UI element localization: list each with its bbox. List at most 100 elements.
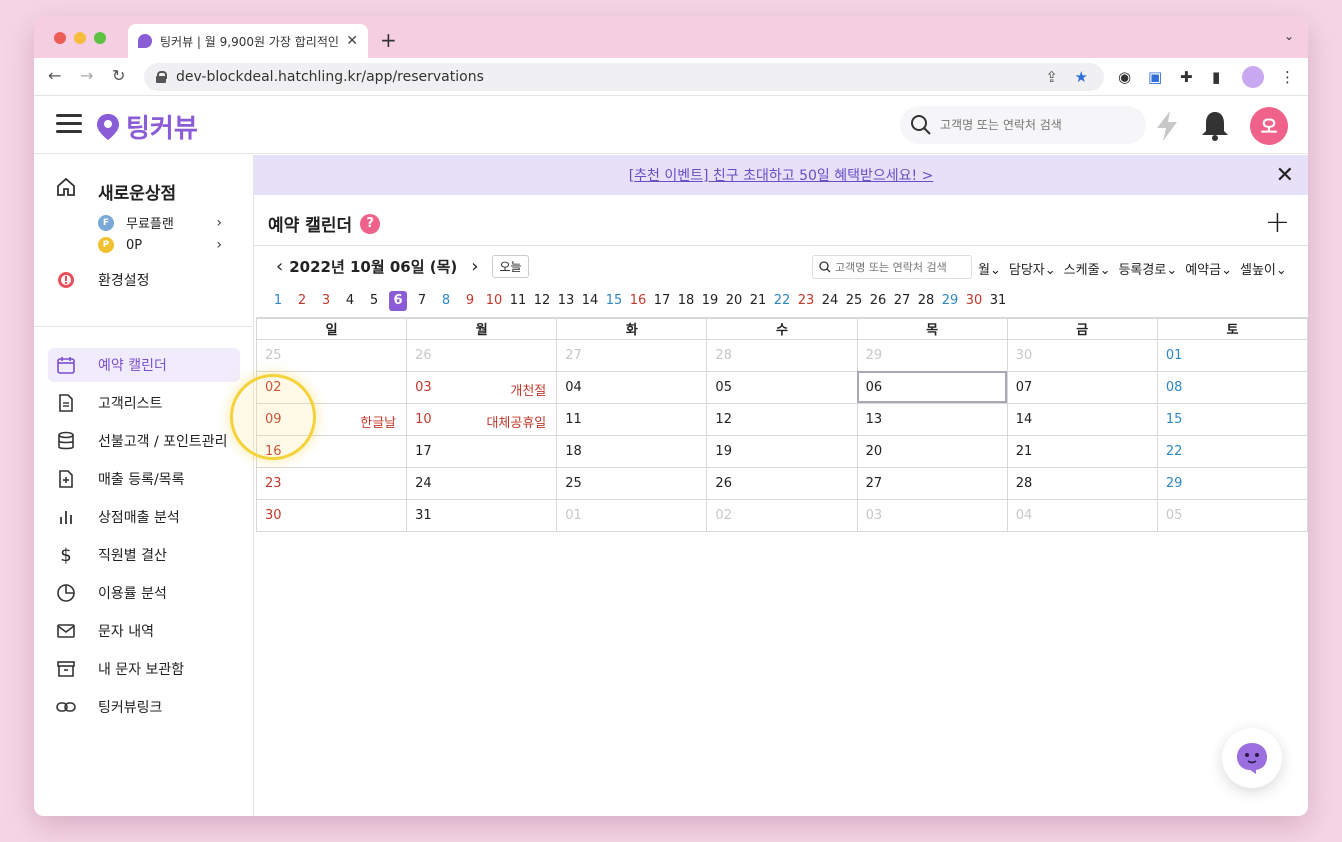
day-strip-day[interactable]: 5 bbox=[362, 291, 386, 311]
calendar-day-cell[interactable]: 14 bbox=[1006, 402, 1158, 436]
calendar-day-cell[interactable]: 01 bbox=[1156, 338, 1308, 372]
calendar-day-cell[interactable]: 06 bbox=[856, 370, 1008, 404]
extensions-puzzle-icon[interactable]: ✚ bbox=[1180, 68, 1193, 86]
calendar-day-cell[interactable]: 28 bbox=[706, 338, 858, 372]
calendar-day-cell[interactable]: 29 bbox=[1156, 466, 1308, 500]
new-tab-button[interactable]: + bbox=[380, 28, 397, 52]
day-strip-day[interactable]: 6 bbox=[389, 291, 407, 311]
day-strip-day[interactable]: 20 bbox=[722, 291, 746, 311]
calendar-day-cell[interactable]: 28 bbox=[1006, 466, 1158, 500]
day-strip-day[interactable]: 12 bbox=[530, 291, 554, 311]
sidebar-item-tinkerview-link[interactable]: 팅커뷰링크 bbox=[48, 690, 240, 724]
day-strip-day[interactable]: 17 bbox=[650, 291, 674, 311]
today-button[interactable]: 오늘 bbox=[492, 255, 529, 278]
address-bar[interactable]: dev-blockdeal.hatchling.kr/app/reservati… bbox=[144, 63, 1104, 91]
forward-arrow-icon[interactable]: → bbox=[80, 66, 93, 85]
day-strip-day[interactable]: 18 bbox=[674, 291, 698, 311]
translate-icon[interactable]: ▣ bbox=[1148, 68, 1162, 86]
calendar-day-cell[interactable]: 27 bbox=[856, 466, 1008, 500]
next-month-chevron-icon[interactable]: › bbox=[471, 256, 478, 277]
day-strip-day[interactable]: 7 bbox=[410, 291, 434, 311]
day-strip-day[interactable]: 23 bbox=[794, 291, 818, 311]
event-banner[interactable]: [추천 이벤트] 친구 초대하고 50일 혜택받으세요! > ✕ bbox=[254, 155, 1308, 195]
day-strip-day[interactable]: 27 bbox=[890, 291, 914, 311]
calendar-day-cell[interactable]: 08 bbox=[1156, 370, 1308, 404]
calendar-day-cell[interactable]: 30 bbox=[1006, 338, 1158, 372]
day-strip-day[interactable]: 30 bbox=[962, 291, 986, 311]
sidebar-item-customer-list[interactable]: 고객리스트 bbox=[48, 386, 240, 420]
calendar-day-cell[interactable]: 12 bbox=[706, 402, 858, 436]
calendar-day-cell[interactable]: 18 bbox=[556, 434, 708, 468]
calendar-day-cell[interactable]: 29 bbox=[856, 338, 1008, 372]
sidebar-item-staff-settlement[interactable]: $ 직원별 결산 bbox=[48, 538, 240, 572]
day-strip-day[interactable]: 8 bbox=[434, 291, 458, 311]
back-arrow-icon[interactable]: ← bbox=[48, 66, 61, 85]
sidebar-item-sales-register[interactable]: 매출 등록/목록 bbox=[48, 462, 240, 496]
browser-menu-icon[interactable]: ⋮ bbox=[1280, 68, 1295, 86]
add-reservation-button[interactable]: + bbox=[1265, 205, 1290, 240]
day-strip-day[interactable]: 14 bbox=[578, 291, 602, 311]
calendar-day-cell[interactable]: 01 bbox=[556, 498, 708, 532]
browser-tab[interactable]: 팅커뷰 | 월 9,900원 가장 합리적인 ✕ bbox=[128, 24, 368, 58]
help-icon[interactable]: ? bbox=[360, 213, 381, 234]
reload-icon[interactable]: ↻ bbox=[112, 66, 125, 85]
calendar-day-cell[interactable]: 31 bbox=[406, 498, 558, 532]
calendar-day-cell[interactable]: 25 bbox=[255, 338, 408, 372]
calendar-day-cell[interactable]: 21 bbox=[1006, 434, 1158, 468]
calendar-day-cell[interactable]: 25 bbox=[556, 466, 708, 500]
day-strip-day[interactable]: 24 bbox=[818, 291, 842, 311]
calendar-day-cell[interactable]: 09 한글날 bbox=[255, 402, 408, 436]
calendar-day-cell[interactable]: 27 bbox=[556, 338, 708, 372]
calendar-day-cell[interactable]: 02 bbox=[255, 370, 408, 404]
profile-avatar-icon[interactable] bbox=[1242, 66, 1264, 88]
filter-staff-dropdown[interactable]: 담당자⌄ bbox=[1009, 259, 1056, 278]
calendar-day-cell[interactable]: 16 bbox=[255, 434, 408, 468]
sidebar-item-prepaid-points[interactable]: 선불고객 / 포인트관리 bbox=[48, 424, 240, 458]
day-strip-day[interactable]: 31 bbox=[986, 291, 1010, 311]
logo[interactable]: 팅커뷰 bbox=[96, 108, 198, 145]
banner-link[interactable]: [추천 이벤트] 친구 초대하고 50일 혜택받으세요! > bbox=[629, 165, 934, 185]
calendar-day-cell[interactable]: 17 bbox=[406, 434, 558, 468]
close-tab-icon[interactable]: ✕ bbox=[346, 33, 358, 49]
lightning-icon[interactable] bbox=[1154, 110, 1180, 142]
day-strip-day[interactable]: 28 bbox=[914, 291, 938, 311]
calendar-search-box[interactable] bbox=[812, 255, 972, 279]
filter-view-dropdown[interactable]: 월⌄ bbox=[978, 259, 1001, 278]
day-strip-day[interactable]: 29 bbox=[938, 291, 962, 311]
tab-search-chevron-icon[interactable]: ⌄ bbox=[1284, 29, 1294, 43]
day-strip-day[interactable]: 15 bbox=[602, 291, 626, 311]
bell-icon[interactable] bbox=[1200, 110, 1230, 142]
filter-cell-height-dropdown[interactable]: 셀높이⌄ bbox=[1240, 259, 1287, 278]
prev-month-chevron-icon[interactable]: ‹ bbox=[276, 256, 283, 277]
day-strip-day[interactable]: 1 bbox=[266, 291, 290, 311]
zoom-window-button[interactable] bbox=[94, 32, 106, 44]
day-strip-day[interactable]: 10 bbox=[482, 291, 506, 311]
day-strip-day[interactable]: 19 bbox=[698, 291, 722, 311]
calendar-day-cell[interactable]: 26 bbox=[706, 466, 858, 500]
sidebar-item-settings[interactable]: 환경설정 bbox=[48, 263, 240, 297]
calendar-day-cell[interactable]: 24 bbox=[406, 466, 558, 500]
calendar-day-cell[interactable]: 20 bbox=[856, 434, 1008, 468]
day-strip-day[interactable]: 25 bbox=[842, 291, 866, 311]
calendar-day-cell[interactable]: 10 대체공휴일 bbox=[406, 402, 558, 436]
customer-search-box[interactable] bbox=[900, 106, 1146, 144]
day-strip-day[interactable]: 9 bbox=[458, 291, 482, 311]
filter-deposit-dropdown[interactable]: 예약금⌄ bbox=[1185, 259, 1232, 278]
day-strip-day[interactable]: 21 bbox=[746, 291, 770, 311]
share-icon[interactable]: ⇪ bbox=[1045, 68, 1058, 86]
sidebar-item-sms-archive[interactable]: 내 문자 보관함 bbox=[48, 652, 240, 686]
calendar-day-cell[interactable]: 30 bbox=[255, 498, 408, 532]
calendar-day-cell[interactable]: 13 bbox=[856, 402, 1008, 436]
calendar-day-cell[interactable]: 04 bbox=[556, 370, 708, 404]
camera-icon[interactable]: ◉ bbox=[1118, 68, 1131, 86]
calendar-search-input[interactable] bbox=[835, 260, 965, 274]
sidebar-item-store-sales-analysis[interactable]: 상점매출 분석 bbox=[48, 500, 240, 534]
day-strip-day[interactable]: 4 bbox=[338, 291, 362, 311]
sidebar-item-usage-analysis[interactable]: 이용률 분석 bbox=[48, 576, 240, 610]
calendar-day-cell[interactable]: 26 bbox=[406, 338, 558, 372]
calendar-day-cell[interactable]: 04 bbox=[1006, 498, 1158, 532]
points-row[interactable]: P 0P › bbox=[98, 237, 222, 253]
calendar-day-cell[interactable]: 15 bbox=[1156, 402, 1308, 436]
calendar-day-cell[interactable]: 11 bbox=[556, 402, 708, 436]
day-strip-day[interactable]: 26 bbox=[866, 291, 890, 311]
